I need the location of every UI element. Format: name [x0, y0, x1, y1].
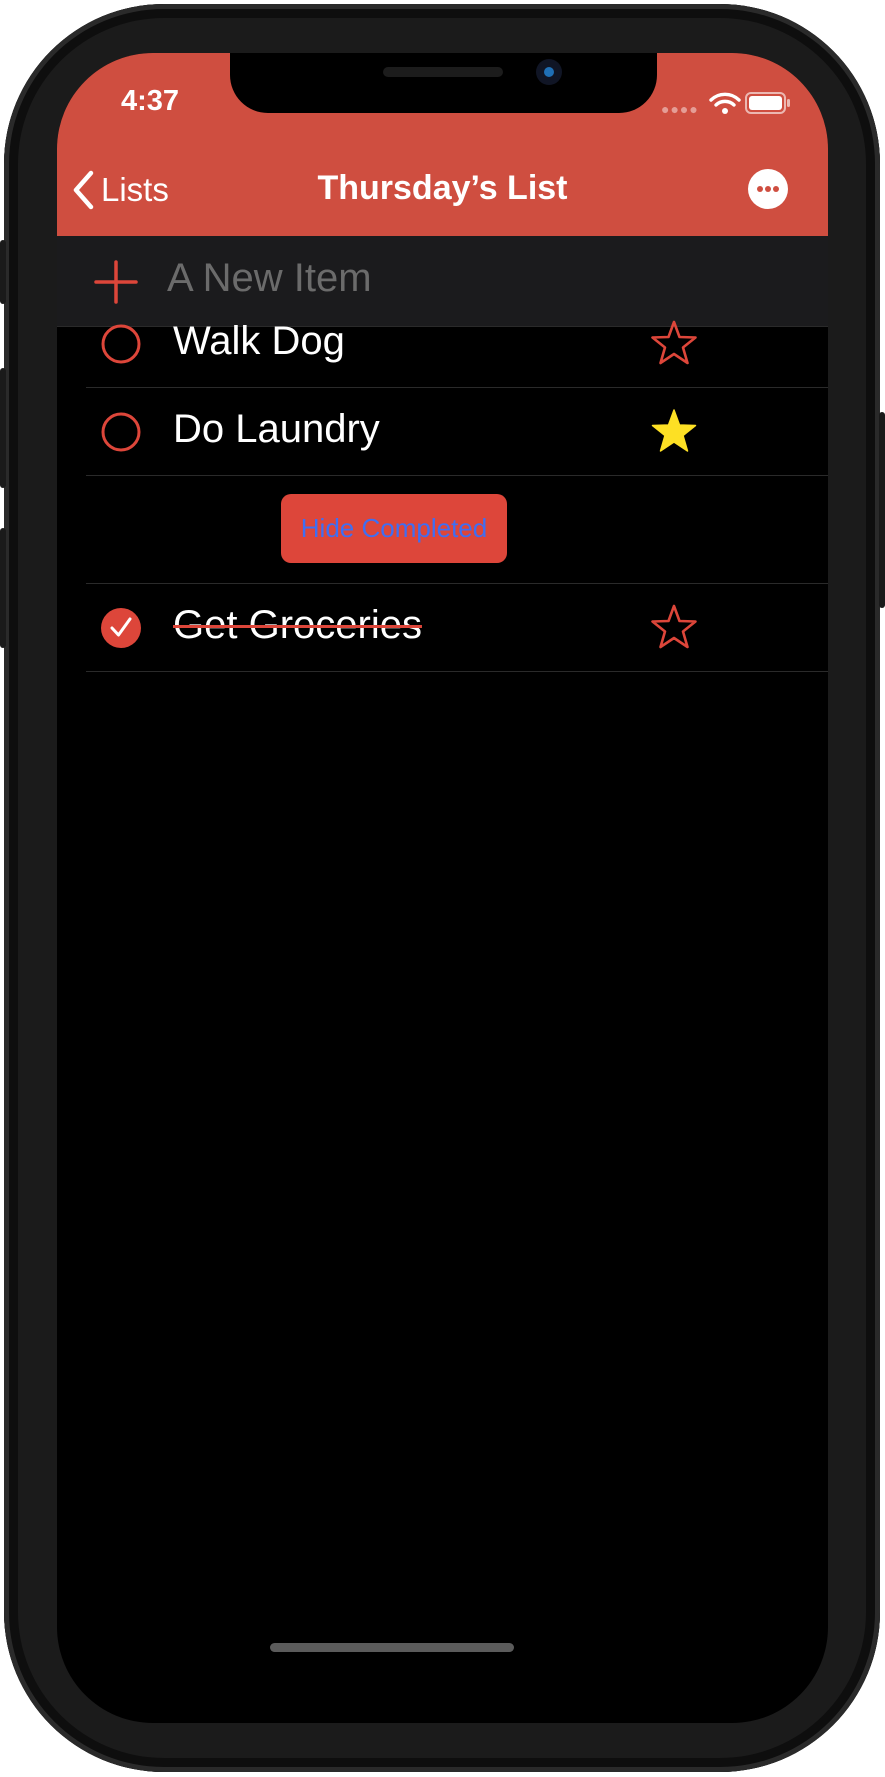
item-label: Do Laundry	[173, 407, 380, 451]
volume-up-button	[0, 368, 6, 488]
wifi-icon	[709, 92, 741, 114]
star-filled-icon[interactable]	[650, 408, 698, 454]
more-icon-dot	[773, 186, 779, 192]
circle-icon[interactable]	[100, 323, 142, 365]
silent-switch	[0, 240, 6, 304]
checkmark-circle-icon[interactable]	[100, 607, 142, 649]
battery-icon	[745, 92, 790, 114]
screen: 4:37 ●●●● Lists Thursday’s List A New It…	[57, 53, 828, 1723]
speaker-grille	[383, 67, 503, 77]
signal-icon: ●●●●	[661, 101, 699, 117]
item-label: Walk Dog	[173, 319, 345, 363]
star-icon[interactable]	[650, 320, 698, 366]
status-icons: ●●●●	[661, 89, 791, 119]
list-item[interactable]: Walk Dog	[86, 299, 828, 388]
front-camera	[536, 59, 562, 85]
new-item-input[interactable]: A New Item	[167, 256, 372, 301]
page-title: Thursday’s List	[317, 169, 568, 207]
power-button	[879, 412, 885, 608]
home-indicator[interactable]	[270, 1643, 514, 1652]
hide-completed-section: Hide Completed	[86, 475, 828, 584]
nav-header: 4:37 ●●●● Lists Thursday’s List	[57, 53, 828, 236]
item-label: Get Groceries	[173, 603, 422, 647]
volume-down-button	[0, 528, 6, 648]
star-icon[interactable]	[650, 604, 698, 650]
more-icon	[757, 186, 763, 192]
plus-icon[interactable]	[94, 260, 138, 304]
more-options-button[interactable]	[748, 169, 788, 209]
notch	[230, 53, 657, 113]
list-item[interactable]: Get Groceries	[86, 583, 828, 672]
status-time: 4:37	[121, 85, 180, 117]
list-item[interactable]: Do Laundry	[86, 387, 828, 476]
hide-completed-button[interactable]: Hide Completed	[281, 494, 507, 563]
circle-icon[interactable]	[100, 411, 142, 453]
more-icon-dot	[765, 186, 771, 192]
